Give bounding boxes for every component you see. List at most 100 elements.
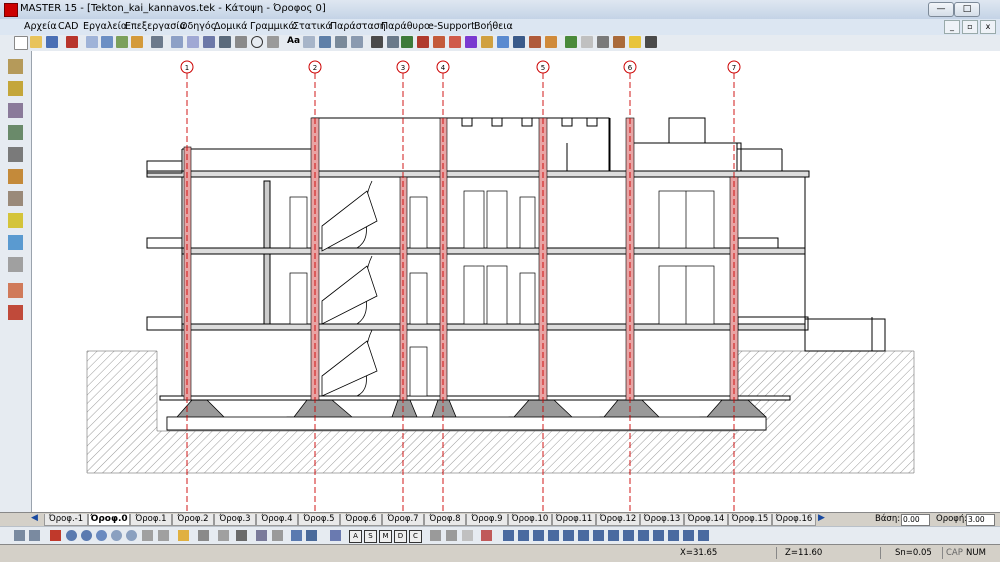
d-mode-icon[interactable]: D — [394, 530, 407, 543]
print-icon[interactable] — [116, 36, 128, 48]
highlighter-icon[interactable] — [8, 213, 23, 228]
tab-floor-9[interactable]: Όροφ.9 — [466, 514, 508, 526]
menu-file[interactable]: Αρχεία — [24, 21, 57, 32]
a-mode-icon[interactable]: A — [349, 530, 362, 543]
pen-icon[interactable] — [151, 36, 163, 48]
tabs-left-arrow-icon[interactable]: ◀ — [31, 513, 38, 523]
tab-floor-15[interactable]: Όροφ.15 — [728, 514, 772, 526]
eraser-icon[interactable] — [449, 36, 461, 48]
menu-guide[interactable]: Οδηγός — [180, 21, 216, 32]
snap-par-icon[interactable] — [668, 530, 679, 541]
layer-icon[interactable] — [335, 36, 347, 48]
maximize-button[interactable]: □ — [954, 2, 980, 17]
zoom-in-icon[interactable] — [66, 530, 77, 541]
line-icon[interactable] — [235, 36, 247, 48]
board-icon[interactable] — [401, 36, 413, 48]
table-icon[interactable] — [291, 530, 302, 541]
frame-toggle-icon[interactable] — [330, 530, 341, 541]
ortho-icon[interactable] — [198, 530, 209, 541]
tab-floor-8[interactable]: Όροφ.8 — [424, 514, 466, 526]
endpoint-snap-icon[interactable] — [446, 530, 457, 541]
snap-intersect-icon[interactable] — [578, 530, 589, 541]
s-mode-icon[interactable]: S — [364, 530, 377, 543]
frame-icon[interactable] — [513, 36, 525, 48]
dot-snap-icon[interactable] — [430, 530, 441, 541]
doc-minimize-button[interactable]: _ — [944, 20, 960, 34]
snap-mid-icon[interactable] — [533, 530, 544, 541]
zoom-out-icon[interactable] — [81, 530, 92, 541]
snap-near-icon[interactable] — [623, 530, 634, 541]
alert-icon[interactable] — [50, 530, 61, 541]
menu-window[interactable]: Παράθυρο — [381, 21, 430, 32]
matrix-icon[interactable] — [203, 36, 215, 48]
menu-edit[interactable]: Επεξεργασία — [125, 21, 186, 32]
circle-icon[interactable] — [251, 36, 263, 48]
spray-icon[interactable] — [8, 235, 23, 250]
speaker-icon[interactable] — [597, 36, 609, 48]
protractor-icon[interactable] — [272, 530, 283, 541]
tab-floor-12[interactable]: Όροφ.12 — [596, 514, 640, 526]
point-icon[interactable] — [219, 36, 231, 48]
tabs-right-arrow-icon[interactable]: ▶ — [818, 513, 825, 523]
tab-floor-14[interactable]: Όροφ.14 — [684, 514, 728, 526]
m-mode-icon[interactable]: M — [379, 530, 392, 543]
foundation-icon[interactable] — [497, 36, 509, 48]
brush-icon[interactable] — [8, 103, 23, 118]
fire-icon[interactable] — [613, 36, 625, 48]
diamond-icon[interactable] — [629, 36, 641, 48]
tab-floor-11[interactable]: Όροφ.11 — [552, 514, 596, 526]
mouse-icon[interactable] — [462, 530, 473, 541]
crane-icon[interactable] — [565, 36, 577, 48]
snap-node-icon[interactable] — [518, 530, 529, 541]
tab-floor-16[interactable]: Όροφ.16 — [772, 514, 816, 526]
tab-floor-minus1[interactable]: Όροφ.-1 — [44, 514, 88, 526]
wave-icon[interactable] — [351, 36, 363, 48]
menu-cad[interactable]: CAD — [58, 21, 78, 32]
tab-floor-13[interactable]: Όροφ.13 — [640, 514, 684, 526]
view-fit-icon[interactable] — [158, 530, 169, 541]
copy-icon[interactable] — [86, 36, 98, 48]
house-icon[interactable] — [66, 36, 78, 48]
crosshair-icon[interactable] — [481, 530, 492, 541]
print-preview-icon[interactable] — [131, 36, 143, 48]
snap-ext-icon[interactable] — [638, 530, 649, 541]
snap-tangent-icon[interactable] — [608, 530, 619, 541]
snap-perp-icon[interactable] — [593, 530, 604, 541]
redo-icon[interactable] — [29, 530, 40, 541]
arc-icon[interactable] — [267, 36, 279, 48]
column-icon[interactable] — [465, 36, 477, 48]
report-icon[interactable] — [545, 36, 557, 48]
hammer-icon[interactable] — [371, 36, 383, 48]
drawing-canvas[interactable]: 1 2 3 4 5 6 7 — [32, 51, 1000, 512]
bolt-group-icon[interactable] — [8, 125, 23, 140]
tab-floor-5[interactable]: Όροφ.5 — [298, 514, 340, 526]
doc-restore-button[interactable]: ▫ — [962, 20, 978, 34]
snap-all-icon[interactable] — [698, 530, 709, 541]
menu-help[interactable]: Βοήθεια — [474, 21, 513, 32]
tab-floor-7[interactable]: Όροφ.7 — [382, 514, 424, 526]
menu-tools[interactable]: Εργαλεία — [83, 21, 127, 32]
grid-toggle-icon[interactable] — [306, 530, 317, 541]
open-folder-icon[interactable] — [30, 36, 42, 48]
slab-icon[interactable] — [433, 36, 445, 48]
tab-floor-3[interactable]: Όροφ.3 — [214, 514, 256, 526]
doc-close-button[interactable]: x — [980, 20, 996, 34]
snap-app-icon[interactable] — [653, 530, 664, 541]
paste-icon[interactable] — [101, 36, 113, 48]
dimension-icon[interactable] — [303, 36, 315, 48]
compass-icon[interactable] — [8, 191, 23, 206]
chart-icon[interactable] — [529, 36, 541, 48]
tab-floor-10[interactable]: Όροφ.10 — [508, 514, 552, 526]
tab-floor-6[interactable]: Όροφ.6 — [340, 514, 382, 526]
multi-pin-icon[interactable] — [8, 81, 23, 96]
snap-line-icon[interactable] — [218, 530, 229, 541]
wrench-icon[interactable] — [387, 36, 399, 48]
measure-icon[interactable] — [236, 530, 247, 541]
menu-structural[interactable]: Δομικά — [214, 21, 247, 32]
snap-center-icon[interactable] — [548, 530, 559, 541]
tab-floor-2[interactable]: Όροφ.2 — [172, 514, 214, 526]
ceiling-input[interactable]: 3.00 — [966, 514, 995, 526]
thermometer-icon[interactable] — [581, 36, 593, 48]
tab-floor-1[interactable]: Όροφ.1 — [130, 514, 172, 526]
zoom-previous-icon[interactable] — [126, 530, 137, 541]
